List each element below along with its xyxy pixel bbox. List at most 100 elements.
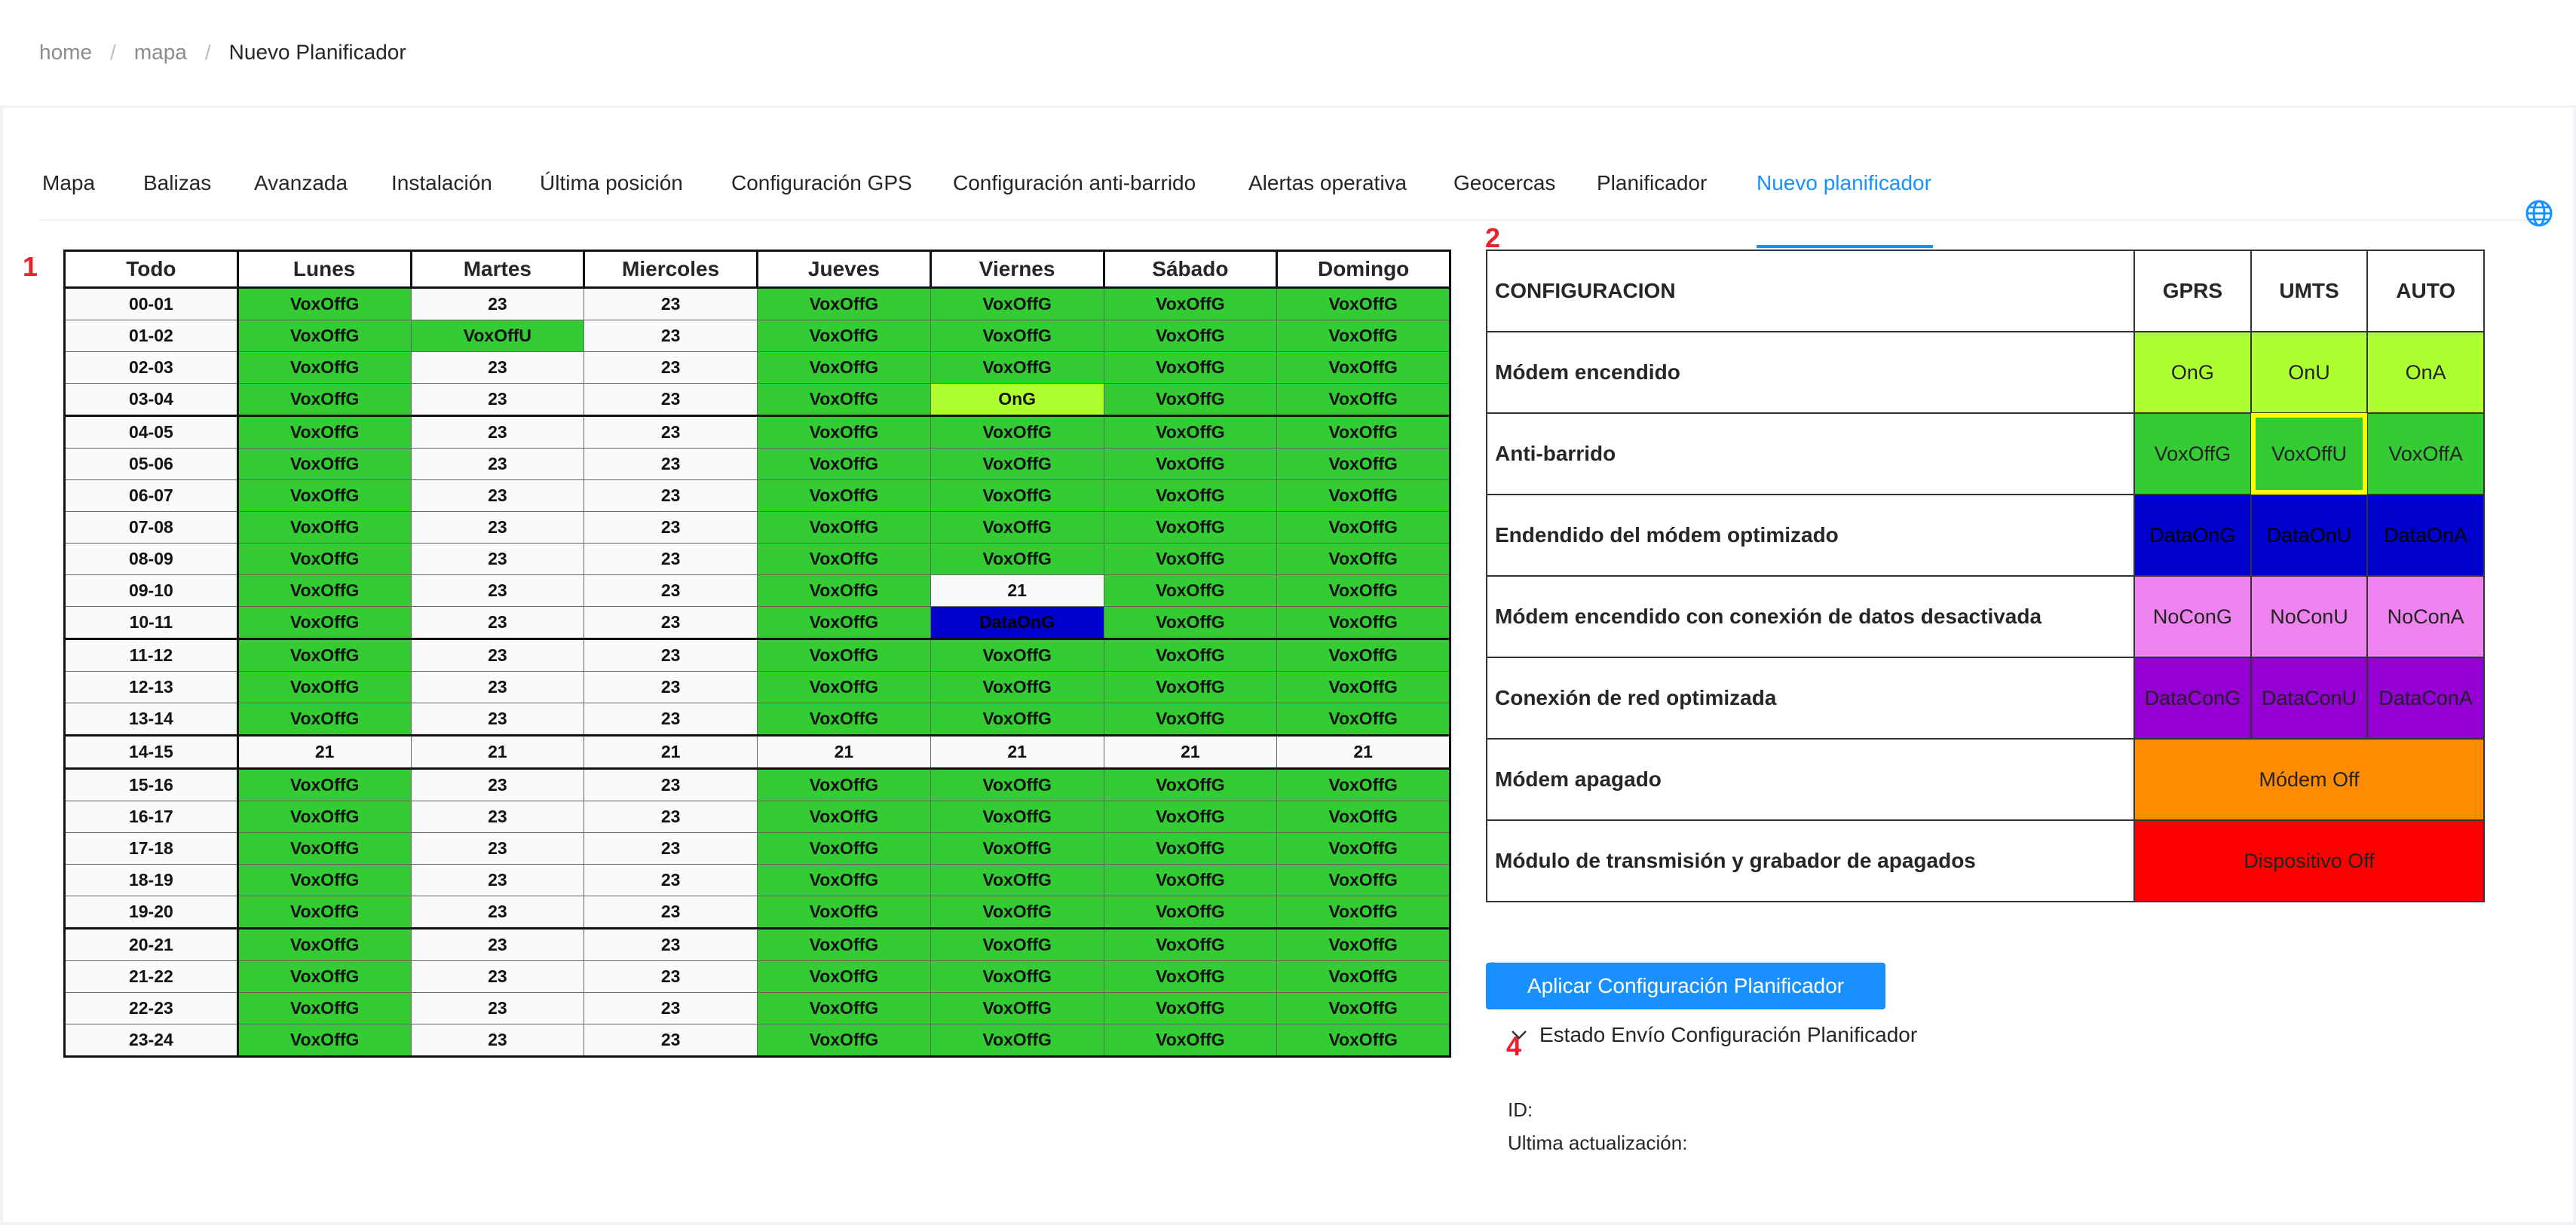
config-option-cell[interactable]: DataOnA	[2366, 494, 2485, 577]
schedule-cell[interactable]: VoxOffG	[1103, 606, 1278, 639]
schedule-cell[interactable]: VoxOffG	[1276, 927, 1451, 961]
schedule-cell[interactable]: VoxOffG	[757, 927, 931, 961]
schedule-cell[interactable]: VoxOffG	[237, 832, 412, 865]
schedule-cell[interactable]: 23	[584, 767, 758, 801]
schedule-cell[interactable]: VoxOffG	[757, 703, 931, 736]
schedule-cell[interactable]: 23	[410, 1024, 585, 1058]
schedule-cell[interactable]: VoxOffG	[930, 896, 1104, 929]
status-panel-toggle[interactable]: Estado Envío Configuración Planificador	[1508, 1021, 1917, 1047]
schedule-cell[interactable]: VoxOffG	[757, 479, 931, 512]
schedule-cell[interactable]: VoxOffG	[757, 351, 931, 384]
schedule-cell[interactable]: 23	[410, 767, 585, 801]
schedule-cell[interactable]: VoxOffG	[930, 703, 1104, 736]
schedule-cell[interactable]: VoxOffG	[1103, 927, 1278, 961]
schedule-header-0[interactable]: Todo	[63, 250, 239, 289]
schedule-cell[interactable]: VoxOffG	[930, 511, 1104, 544]
schedule-cell[interactable]: VoxOffG	[930, 320, 1104, 352]
schedule-cell[interactable]: VoxOffG	[930, 479, 1104, 512]
schedule-cell[interactable]: DataOnG	[930, 606, 1104, 639]
apply-config-button[interactable]: Aplicar Configuración Planificador	[1486, 963, 1885, 1009]
tab-planificador[interactable]: Planificador	[1597, 171, 1707, 195]
schedule-cell[interactable]: 23	[584, 960, 758, 993]
schedule-cell[interactable]: VoxOffG	[757, 543, 931, 575]
schedule-cell[interactable]: VoxOffG	[1276, 832, 1451, 865]
schedule-cell[interactable]: VoxOffG	[757, 606, 931, 639]
schedule-cell[interactable]: 23	[584, 896, 758, 929]
schedule-cell[interactable]: 23	[410, 927, 585, 961]
schedule-cell[interactable]: VoxOffG	[1103, 767, 1278, 801]
schedule-hour-label[interactable]: 03-04	[63, 383, 239, 416]
schedule-cell[interactable]: VoxOffG	[930, 638, 1104, 672]
schedule-cell[interactable]: VoxOffG	[237, 383, 412, 416]
tab-alertas-operativa[interactable]: Alertas operativa	[1248, 171, 1407, 195]
schedule-cell[interactable]: 23	[584, 864, 758, 896]
config-option-cell[interactable]: DataConU	[2250, 657, 2369, 740]
schedule-cell[interactable]: VoxOffG	[930, 287, 1104, 320]
schedule-hour-label[interactable]: 13-14	[63, 703, 239, 736]
schedule-cell[interactable]: 23	[584, 574, 758, 607]
schedule-hour-label[interactable]: 07-08	[63, 511, 239, 544]
schedule-cell[interactable]: VoxOffG	[930, 351, 1104, 384]
schedule-hour-label[interactable]: 08-09	[63, 543, 239, 575]
schedule-cell[interactable]: 23	[410, 543, 585, 575]
schedule-cell[interactable]: VoxOffG	[1103, 574, 1278, 607]
schedule-cell[interactable]: VoxOffG	[1103, 960, 1278, 993]
schedule-cell[interactable]: VoxOffG	[1276, 511, 1451, 544]
schedule-cell[interactable]: VoxOffG	[237, 703, 412, 736]
schedule-cell[interactable]: 23	[410, 574, 585, 607]
schedule-cell[interactable]: 23	[584, 448, 758, 480]
schedule-cell[interactable]: VoxOffG	[757, 671, 931, 703]
schedule-cell[interactable]: 23	[410, 703, 585, 736]
schedule-hour-label[interactable]: 15-16	[63, 767, 239, 801]
schedule-cell[interactable]: VoxOffG	[237, 543, 412, 575]
schedule-cell[interactable]: OnG	[930, 383, 1104, 416]
tab-configuracion-anti-barrido[interactable]: Configuración anti-barrido	[953, 171, 1196, 195]
schedule-hour-label[interactable]: 17-18	[63, 832, 239, 865]
schedule-cell[interactable]: VoxOffG	[1103, 479, 1278, 512]
schedule-cell[interactable]: VoxOffG	[757, 1024, 931, 1058]
schedule-cell[interactable]: VoxOffG	[1276, 287, 1451, 320]
schedule-cell[interactable]: VoxOffG	[757, 767, 931, 801]
schedule-cell[interactable]: VoxOffG	[1276, 992, 1451, 1024]
schedule-cell[interactable]: VoxOffG	[237, 671, 412, 703]
schedule-hour-label[interactable]: 16-17	[63, 801, 239, 833]
schedule-hour-label[interactable]: 10-11	[63, 606, 239, 639]
schedule-hour-label[interactable]: 05-06	[63, 448, 239, 480]
schedule-cell[interactable]: VoxOffG	[237, 479, 412, 512]
schedule-cell[interactable]: 23	[410, 801, 585, 833]
schedule-cell[interactable]: VoxOffG	[757, 638, 931, 672]
schedule-cell[interactable]: VoxOffG	[1276, 638, 1451, 672]
schedule-cell[interactable]: VoxOffG	[1276, 383, 1451, 416]
schedule-cell[interactable]: 21	[584, 734, 758, 769]
schedule-cell[interactable]: VoxOffG	[757, 992, 931, 1024]
schedule-hour-label[interactable]: 02-03	[63, 351, 239, 384]
schedule-cell[interactable]: VoxOffG	[930, 415, 1104, 449]
schedule-cell[interactable]: 23	[410, 415, 585, 449]
tab-mapa[interactable]: Mapa	[42, 171, 95, 195]
schedule-cell[interactable]: VoxOffG	[1103, 320, 1278, 352]
schedule-hour-label[interactable]: 22-23	[63, 992, 239, 1024]
config-option-cell[interactable]: NoConA	[2366, 575, 2485, 658]
config-option-cell[interactable]: OnA	[2366, 331, 2485, 414]
breadcrumb-mapa[interactable]: mapa	[134, 41, 187, 64]
schedule-hour-label[interactable]: 14-15	[63, 734, 239, 769]
schedule-hour-label[interactable]: 19-20	[63, 896, 239, 929]
schedule-cell[interactable]: VoxOffG	[757, 960, 931, 993]
schedule-cell[interactable]: 23	[410, 638, 585, 672]
schedule-hour-label[interactable]: 12-13	[63, 671, 239, 703]
schedule-cell[interactable]: 23	[584, 479, 758, 512]
schedule-cell[interactable]: VoxOffG	[1103, 703, 1278, 736]
schedule-cell[interactable]: 23	[584, 606, 758, 639]
schedule-cell[interactable]: 23	[410, 511, 585, 544]
tab-geocercas[interactable]: Geocercas	[1453, 171, 1555, 195]
schedule-cell[interactable]: 23	[584, 832, 758, 865]
schedule-cell[interactable]: VoxOffG	[1103, 864, 1278, 896]
schedule-cell[interactable]: VoxOffG	[1276, 415, 1451, 449]
config-option-cell[interactable]: VoxOffA	[2366, 412, 2485, 495]
globe-icon[interactable]	[2524, 198, 2554, 228]
schedule-cell[interactable]: VoxOffG	[237, 1024, 412, 1058]
schedule-cell[interactable]: VoxOffG	[930, 767, 1104, 801]
schedule-cell[interactable]: 23	[410, 287, 585, 320]
schedule-cell[interactable]: VoxOffG	[237, 415, 412, 449]
tab-configuracion-gps[interactable]: Configuración GPS	[731, 171, 912, 195]
